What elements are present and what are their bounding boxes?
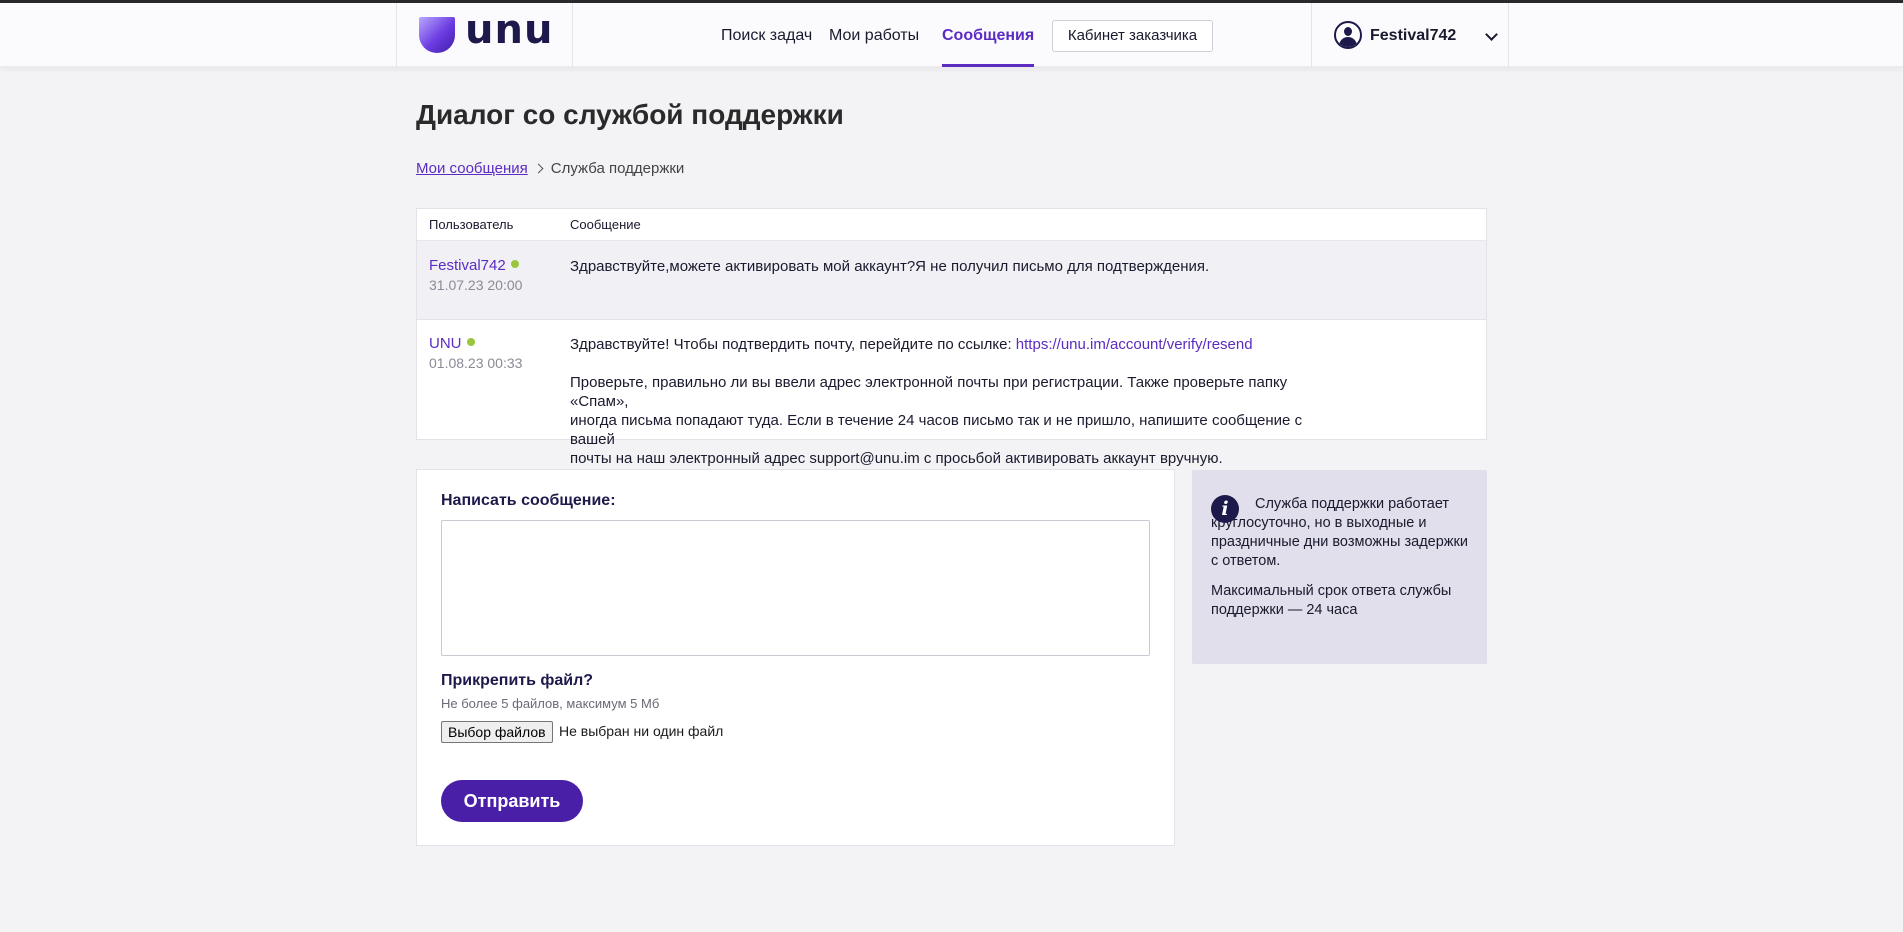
online-status-icon — [510, 260, 519, 268]
table-row: Festival742 31.07.23 20:00 Здравствуйте,… — [417, 240, 1486, 320]
message-date: 01.08.23 00:33 — [429, 355, 523, 371]
message-text-line: почты на наш электронный адрес support@u… — [570, 450, 1223, 467]
info-text-hours: Служба поддержки работает круглосуточно,… — [1211, 496, 1468, 569]
page-title: Диалог со службой поддержки — [416, 99, 844, 130]
message-author: Festival742 — [429, 257, 519, 274]
compose-label: Написать сообщение: — [441, 492, 616, 509]
choose-files-button[interactable]: Выбор файлов — [441, 721, 553, 743]
nav-item-task-search[interactable]: Поиск задач — [721, 3, 812, 67]
breadcrumb: Мои сообщения Служба поддержки — [416, 160, 684, 177]
online-status-icon — [466, 338, 475, 346]
message-text-line: Проверьте, правильно ли вы ввели адрес э… — [570, 374, 1288, 410]
breadcrumb-current: Служба поддержки — [550, 160, 685, 177]
breadcrumb-link-my-messages[interactable]: Мои сообщения — [416, 160, 528, 177]
message-date: 31.07.23 20:00 — [429, 277, 523, 293]
user-avatar-icon — [1334, 21, 1362, 49]
column-header-message: Сообщение — [570, 217, 641, 232]
customer-cabinet-button[interactable]: Кабинет заказчика — [1052, 20, 1213, 52]
nav-item-messages[interactable]: Сообщения — [942, 3, 1035, 67]
table-row: UNU 01.08.23 00:33 Здравствуйте! Чтобы п… — [417, 320, 1486, 467]
header-inner: unu Поиск задач Мои работы Сообщения Каб… — [396, 3, 1509, 67]
logo[interactable]: unu — [397, 3, 573, 67]
message-text-prefix: Здравствуйте! Чтобы подтвердить почту, п… — [570, 336, 1016, 353]
info-text-response-time: Максимальный срок ответа службы поддержк… — [1211, 583, 1452, 618]
message-author: UNU — [429, 335, 475, 352]
message-input[interactable] — [441, 520, 1150, 656]
logo-mark-icon — [419, 17, 455, 53]
attach-label: Прикрепить файл? — [441, 672, 594, 689]
compose-form: Написать сообщение: Прикрепить файл? Не … — [416, 469, 1175, 846]
support-info-box: Служба поддержки работает круглосуточно,… — [1192, 470, 1487, 664]
attach-hint: Не более 5 файлов, максимум 5 Мб — [441, 696, 660, 711]
column-header-user: Пользователь — [429, 217, 514, 232]
info-icon: i — [1211, 495, 1239, 523]
verify-resend-link[interactable]: https://unu.im/account/verify/resend — [1016, 336, 1253, 353]
file-status: Не выбран ни один файл — [559, 723, 724, 739]
message-text-line: иногда письма попадают туда. Если в тече… — [570, 412, 1303, 448]
user-name: Festival742 — [1370, 27, 1457, 44]
send-button[interactable]: Отправить — [441, 780, 583, 822]
message-text: Здравствуйте! Чтобы подтвердить почту, п… — [570, 335, 1330, 354]
message-text: Здравствуйте,можете активировать мой акк… — [570, 258, 1210, 275]
author-name[interactable]: UNU — [429, 335, 462, 352]
user-menu[interactable]: Festival742 — [1311, 3, 1510, 67]
chevron-right-icon — [533, 163, 544, 174]
chevron-down-icon — [1485, 28, 1498, 41]
author-name[interactable]: Festival742 — [429, 257, 506, 274]
logo-text: unu — [465, 7, 554, 53]
nav-item-my-works[interactable]: Мои работы — [829, 3, 919, 67]
site-header: unu Поиск задач Мои работы Сообщения Каб… — [0, 3, 1903, 67]
messages-table: Пользователь Сообщение Festival742 31.07… — [416, 208, 1487, 467]
message-text-paragraph: Проверьте, правильно ли вы ввели адрес э… — [570, 373, 1330, 468]
